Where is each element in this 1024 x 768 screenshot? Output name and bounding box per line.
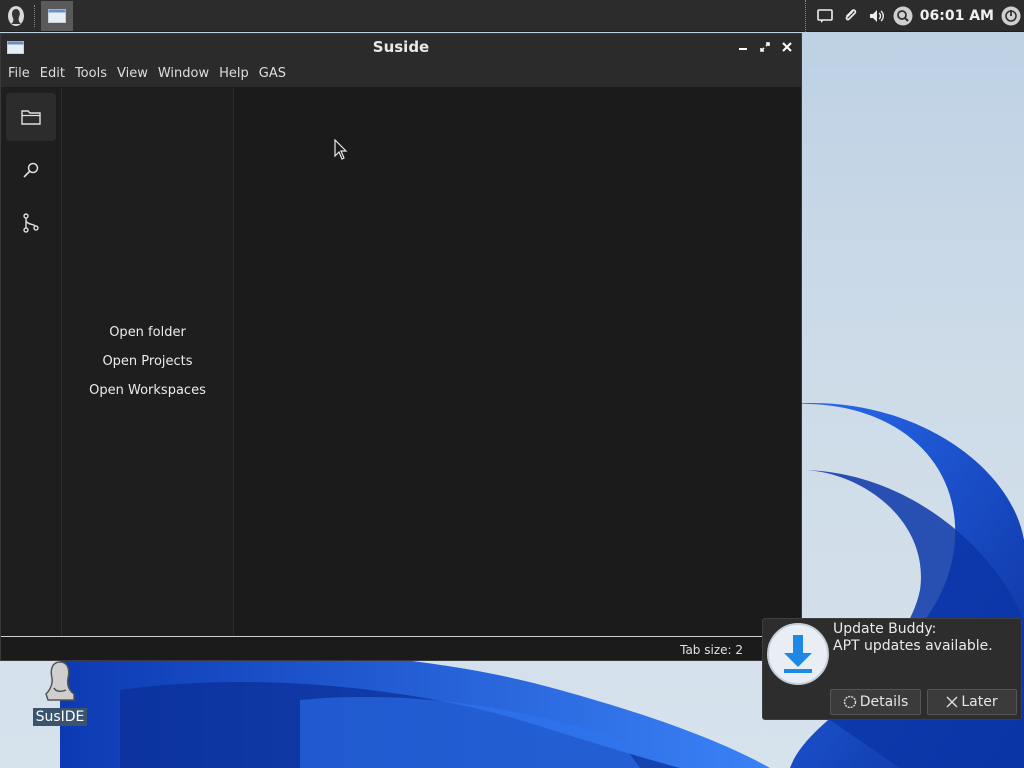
open-projects-link[interactable]: Open Projects <box>62 352 233 381</box>
editor-area[interactable] <box>234 88 801 636</box>
menu-edit[interactable]: Edit <box>35 66 70 81</box>
later-label: Later <box>961 694 998 710</box>
clock[interactable]: 06:01 AM <box>920 8 994 24</box>
suside-app-icon <box>45 661 75 701</box>
menu-view[interactable]: View <box>112 66 153 81</box>
open-workspaces-link[interactable]: Open Workspaces <box>62 381 233 410</box>
menu-bar: File Edit Tools View Window Help GAS <box>1 60 801 87</box>
suside-window: Suside File Edit Tools View Window Help … <box>0 33 802 661</box>
update-notification: Update Buddy: APT updates available. Det… <box>762 618 1022 720</box>
menu-file[interactable]: File <box>3 66 35 81</box>
paperclip-icon[interactable] <box>838 3 864 29</box>
minimize-button[interactable] <box>735 38 751 56</box>
menu-window[interactable]: Window <box>153 66 214 81</box>
tab-size-indicator[interactable]: Tab size: 2 <box>680 643 743 657</box>
menu-help[interactable]: Help <box>214 66 254 81</box>
system-tray: 06:01 AM <box>804 0 1024 32</box>
git-branch-icon <box>23 213 39 233</box>
notification-body: APT updates available. <box>833 638 993 654</box>
menu-tools[interactable]: Tools <box>70 66 112 81</box>
info-gear-icon <box>843 695 856 709</box>
details-button[interactable]: Details <box>830 689 921 715</box>
workbench: Open folder Open Projects Open Workspace… <box>1 88 801 636</box>
mouse-cursor-icon <box>334 139 348 160</box>
window-titlebar[interactable]: Suside <box>1 34 801 60</box>
power-icon[interactable] <box>998 3 1024 29</box>
app-menu-icon[interactable] <box>2 2 30 30</box>
search-icon <box>23 162 39 178</box>
message-icon[interactable] <box>812 3 838 29</box>
window-title: Suside <box>372 38 430 56</box>
details-label: Details <box>859 694 909 710</box>
panel-separator <box>34 4 35 27</box>
close-icon <box>782 42 792 52</box>
source-control-button[interactable] <box>6 199 56 247</box>
close-icon <box>946 696 958 708</box>
later-button[interactable]: Later <box>927 689 1017 715</box>
top-panel: 06:01 AM <box>0 0 1024 32</box>
explorer-button[interactable] <box>6 93 56 141</box>
search-icon[interactable] <box>890 3 916 29</box>
open-folder-link[interactable]: Open folder <box>62 323 233 352</box>
maximize-button[interactable] <box>757 38 773 56</box>
download-icon <box>767 623 829 685</box>
menu-gas[interactable]: GAS <box>254 66 291 81</box>
desktop-icon-suside[interactable]: SusIDE <box>30 658 90 726</box>
taskbar-window-button[interactable] <box>41 0 73 31</box>
activity-bar <box>1 88 62 636</box>
notification-title: Update Buddy: <box>833 621 937 637</box>
maximize-icon <box>760 42 770 52</box>
volume-icon[interactable] <box>864 3 890 29</box>
status-bar: Tab size: 2 <box>1 636 801 660</box>
close-button[interactable] <box>779 38 795 56</box>
desktop-icon-label: SusIDE <box>32 708 88 726</box>
window-icon <box>48 8 66 23</box>
folder-icon <box>21 110 41 125</box>
explorer-sidebar: Open folder Open Projects Open Workspace… <box>62 88 234 636</box>
search-button[interactable] <box>6 146 56 194</box>
minimize-icon <box>739 48 747 50</box>
